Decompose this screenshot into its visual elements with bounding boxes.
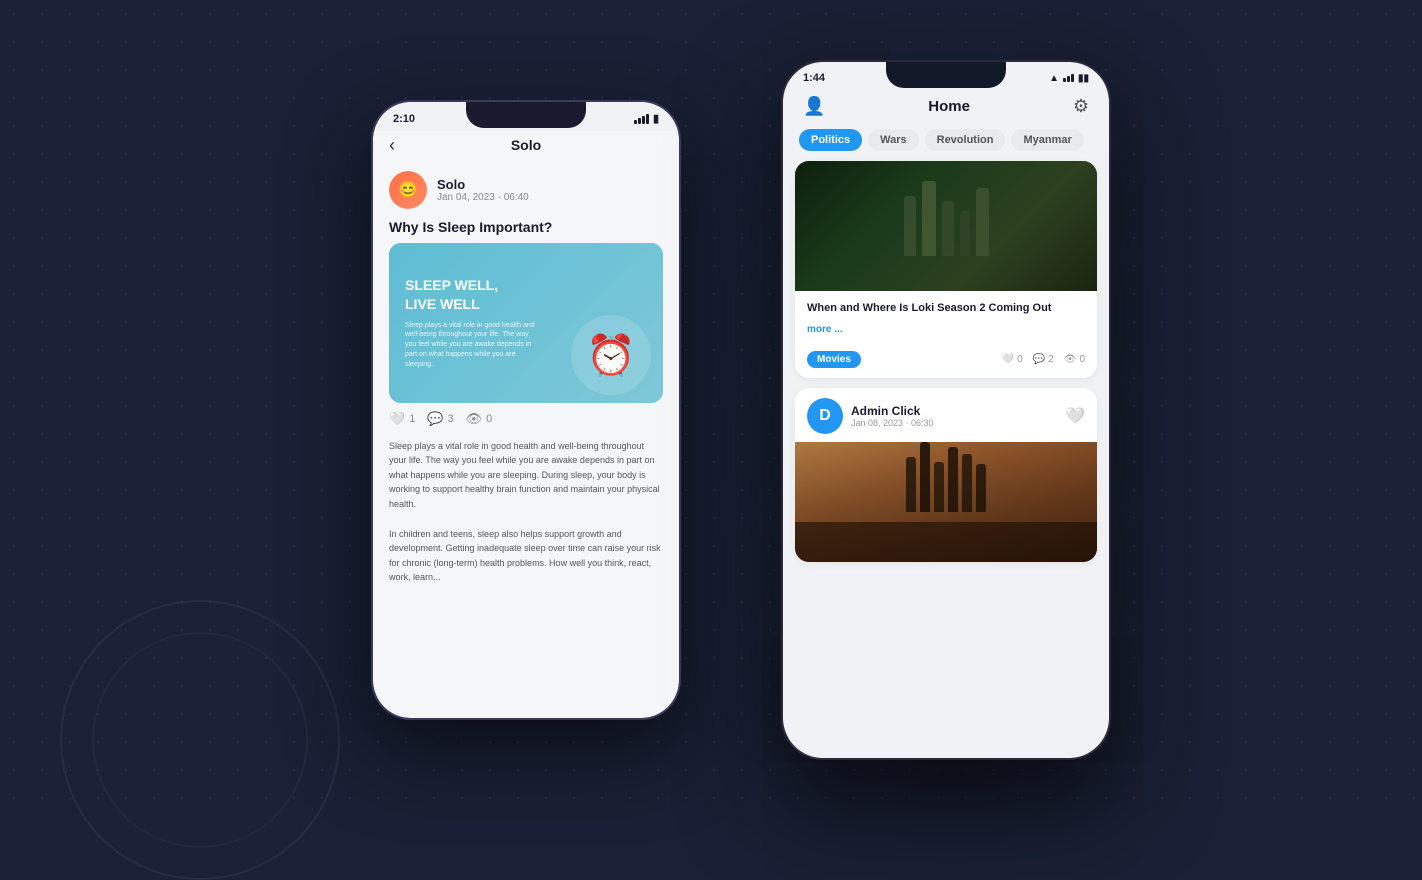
back-button[interactable]: ‹ xyxy=(389,135,395,156)
profile-icon[interactable]: 👤 xyxy=(803,96,825,117)
author-avatar: 😊 xyxy=(389,171,427,209)
front-battery-icon: ▮▮ xyxy=(1078,73,1089,84)
heart-icon: 🤍 xyxy=(389,411,405,427)
post-author: Solo xyxy=(437,177,529,192)
admin-meta: Admin Click Jan 08, 2023 · 06:30 xyxy=(851,404,934,428)
loki-comment-icon: 💬 xyxy=(1033,354,1045,365)
loki-likes[interactable]: 🤍 0 xyxy=(1002,354,1023,365)
view-icon: 👁 xyxy=(466,411,483,427)
clock-icon: ⏰ xyxy=(571,315,651,395)
post-body-1: Sleep plays a vital role in good health … xyxy=(373,435,679,515)
post-meta: Solo Jan 04, 2023 · 06:40 xyxy=(437,177,529,203)
admin-avatar-letter: D xyxy=(819,407,831,425)
loki-comments[interactable]: 💬 2 xyxy=(1033,354,1054,365)
post-header: 😊 Solo Jan 04, 2023 · 06:40 xyxy=(373,161,679,215)
phone-front: 1:44 ▲ ▮▮ 👤 Home ⚙ xyxy=(781,60,1111,760)
phone-front-notch xyxy=(886,62,1006,88)
front-nav: 👤 Home ⚙ xyxy=(783,90,1109,125)
loki-view-count: 0 xyxy=(1079,354,1085,365)
sleep-card: SLEEP WELL,LIVE WELL Sleep plays a vital… xyxy=(389,243,663,403)
back-time: 2:10 xyxy=(393,113,415,125)
admin-post-header: D Admin Click Jan 08, 2023 · 06:30 🤍 xyxy=(795,388,1097,442)
back-screen-content: 2:10 ▮ ‹ Solo xyxy=(373,102,679,718)
admin-avatar: D xyxy=(807,398,843,434)
avatar-image: 😊 xyxy=(389,171,427,209)
phone-back-notch xyxy=(466,102,586,128)
comment-icon: 💬 xyxy=(427,411,443,427)
loki-news-title: When and Where Is Loki Season 2 Coming O… xyxy=(807,301,1051,316)
admin-post-card: D Admin Click Jan 08, 2023 · 06:30 🤍 xyxy=(795,388,1097,562)
phone-back: 2:10 ▮ ‹ Solo xyxy=(371,100,681,720)
loki-heart-icon: 🤍 xyxy=(1002,354,1014,365)
comment-action[interactable]: 💬 3 xyxy=(427,411,453,427)
loki-views: 👁 0 xyxy=(1064,354,1085,365)
loki-comment-count: 2 xyxy=(1048,354,1054,365)
loki-view-icon: 👁 xyxy=(1064,354,1077,365)
bar3 xyxy=(642,116,645,124)
fbar3 xyxy=(1071,74,1074,82)
wifi-icon: ▲ xyxy=(1049,73,1059,84)
back-battery-icon: ▮ xyxy=(653,112,659,125)
back-screen-title: Solo xyxy=(511,137,541,153)
categories-row: Politics Wars Revolution Myanmar xyxy=(783,125,1109,161)
background-circle xyxy=(60,600,340,880)
admin-date: Jan 08, 2023 · 06:30 xyxy=(851,418,934,428)
loki-stats: 🤍 0 💬 2 👁 0 xyxy=(1002,354,1085,365)
loki-image xyxy=(795,161,1097,291)
news-card-loki-footer: Movies 🤍 0 💬 2 👁 xyxy=(795,345,1097,378)
front-nav-title: Home xyxy=(928,98,970,115)
signal-bars-icon xyxy=(634,114,649,124)
comment-count: 3 xyxy=(448,413,454,425)
phone-front-screen: 1:44 ▲ ▮▮ 👤 Home ⚙ xyxy=(783,62,1109,758)
admin-info: D Admin Click Jan 08, 2023 · 06:30 xyxy=(807,398,934,434)
view-count: 0 xyxy=(486,413,492,425)
view-action: 👁 0 xyxy=(466,411,493,427)
loki-more[interactable]: more ... xyxy=(807,324,843,335)
movies-tag[interactable]: Movies xyxy=(807,351,861,368)
post-title: Why Is Sleep Important? xyxy=(373,215,679,243)
news-card-loki: When and Where Is Loki Season 2 Coming O… xyxy=(795,161,1097,378)
bar4 xyxy=(646,114,649,124)
bar2 xyxy=(638,118,641,124)
post-image: SLEEP WELL,LIVE WELL Sleep plays a vital… xyxy=(389,243,663,403)
front-time: 1:44 xyxy=(803,72,825,84)
post-body-2: In children and teens, sleep also helps … xyxy=(373,523,679,589)
fbar1 xyxy=(1063,78,1066,82)
post-date: Jan 04, 2023 · 06:40 xyxy=(437,192,529,203)
sleep-card-text: Sleep plays a vital role in good health … xyxy=(405,321,535,370)
post-actions: 🤍 1 💬 3 👁 0 xyxy=(373,403,679,435)
admin-heart-icon[interactable]: 🤍 xyxy=(1065,406,1085,426)
fbar2 xyxy=(1067,76,1070,82)
settings-icon[interactable]: ⚙ xyxy=(1073,96,1089,117)
front-status-icons: ▲ ▮▮ xyxy=(1049,73,1089,84)
front-signal-icon xyxy=(1063,74,1074,82)
loki-like-count: 0 xyxy=(1017,354,1023,365)
news-card-loki-body: When and Where Is Loki Season 2 Coming O… xyxy=(795,291,1097,345)
like-action[interactable]: 🤍 1 xyxy=(389,411,415,427)
bar1 xyxy=(634,120,637,124)
category-wars[interactable]: Wars xyxy=(868,129,919,151)
category-revolution[interactable]: Revolution xyxy=(925,129,1006,151)
category-myanmar[interactable]: Myanmar xyxy=(1011,129,1083,151)
category-politics[interactable]: Politics xyxy=(799,129,862,151)
back-status-icons: ▮ xyxy=(634,112,659,125)
sleep-card-title: SLEEP WELL,LIVE WELL xyxy=(405,276,498,312)
phone-back-screen: 2:10 ▮ ‹ Solo xyxy=(373,102,679,718)
phones-container: 2:10 ▮ ‹ Solo xyxy=(311,60,1111,740)
military-image xyxy=(795,442,1097,562)
like-count: 1 xyxy=(409,413,415,425)
front-screen-content: 1:44 ▲ ▮▮ 👤 Home ⚙ xyxy=(783,62,1109,758)
back-nav: ‹ Solo xyxy=(373,131,679,161)
admin-name: Admin Click xyxy=(851,404,934,418)
